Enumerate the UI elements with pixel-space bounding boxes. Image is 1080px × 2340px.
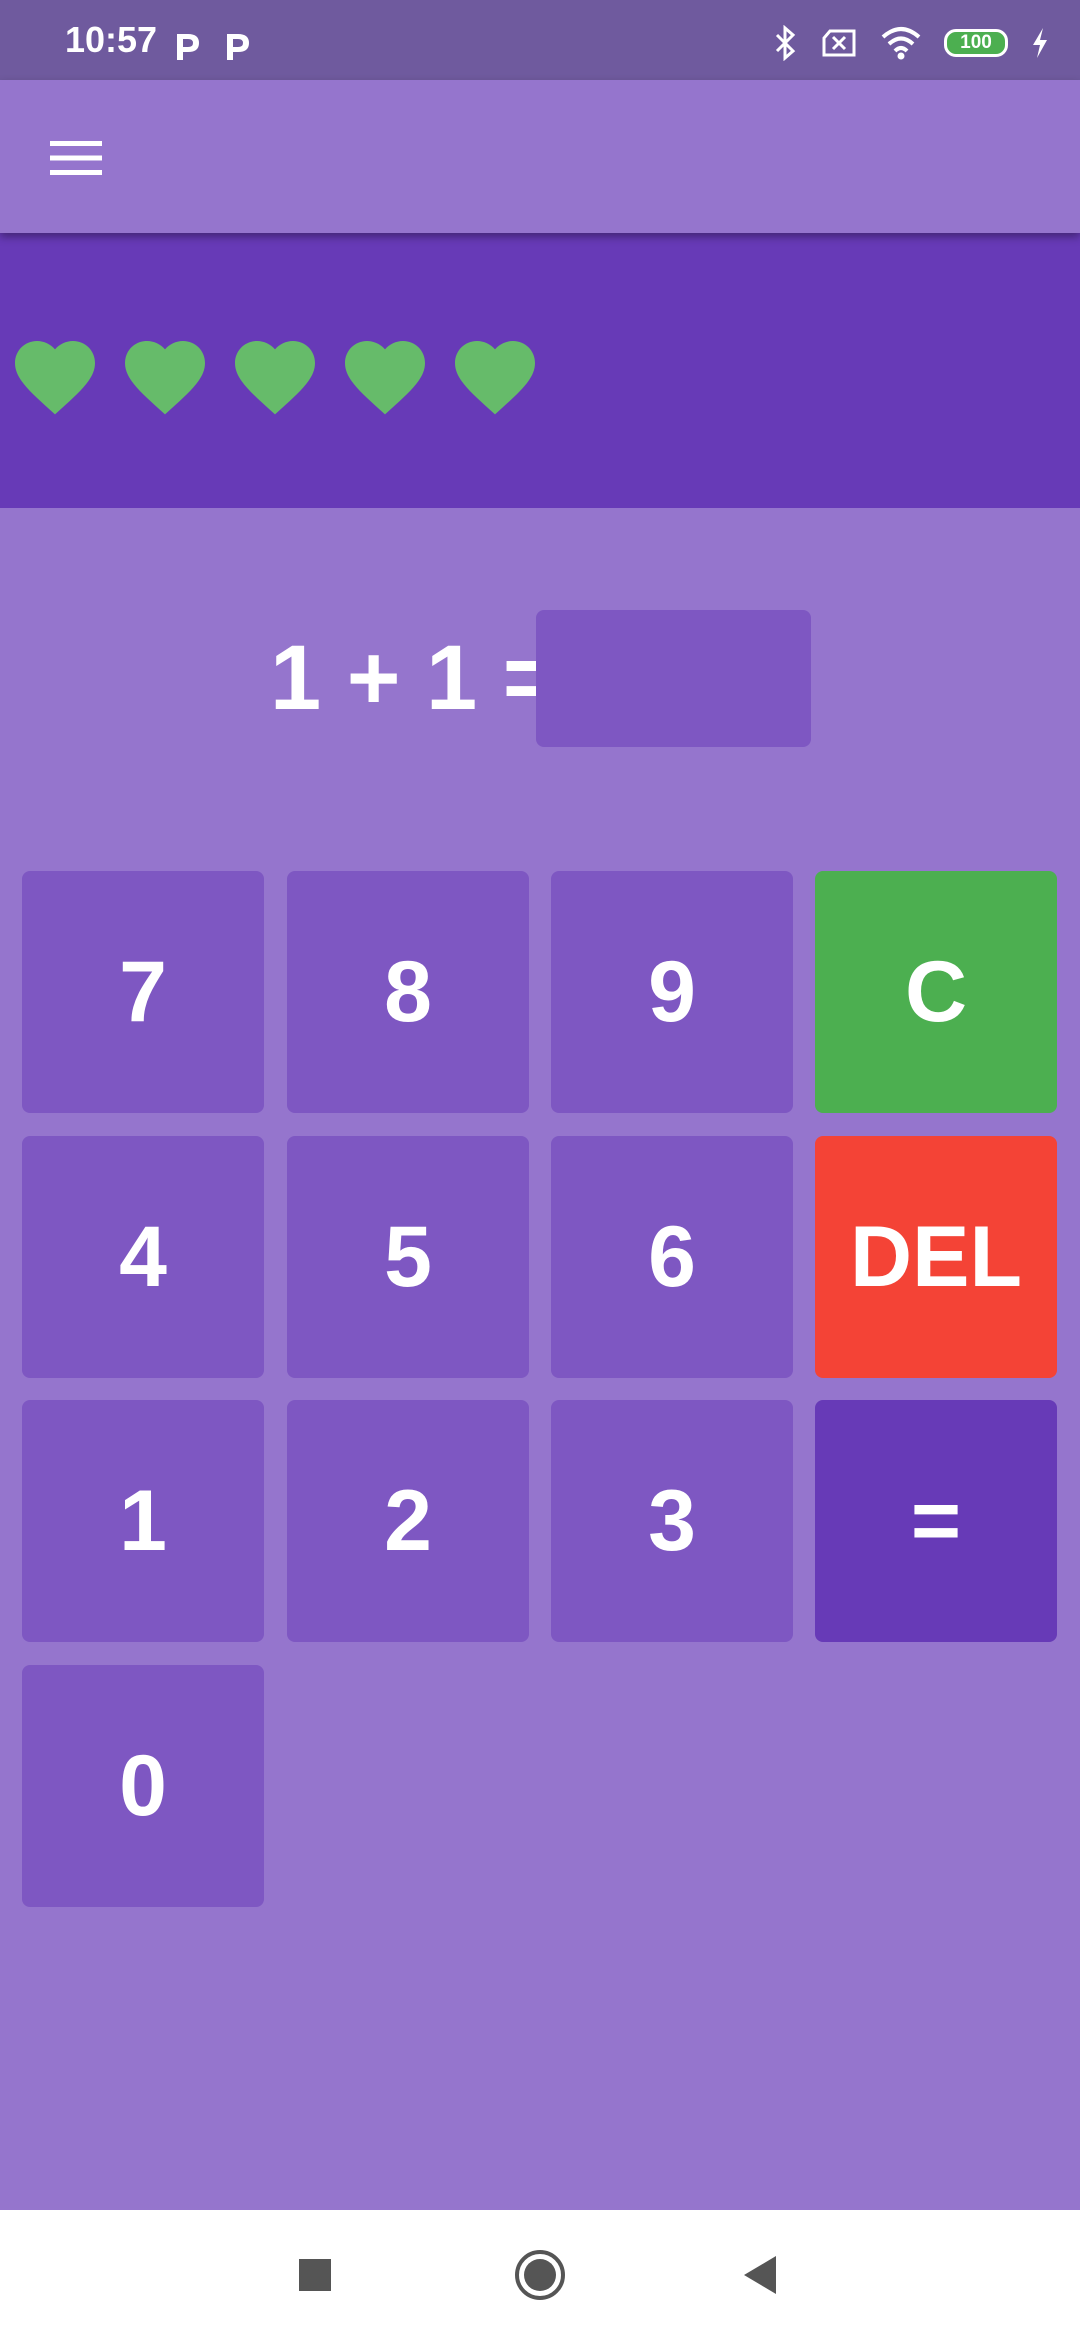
status-icons: 100	[774, 25, 1050, 61]
heart-icon	[15, 341, 95, 415]
key-8[interactable]: 8	[287, 871, 529, 1113]
key-6[interactable]: 6	[551, 1136, 793, 1378]
key-0[interactable]: 0	[22, 1665, 264, 1907]
parking-notification-icon	[177, 34, 199, 60]
equals-button[interactable]: =	[815, 1400, 1057, 1642]
charging-icon	[1033, 28, 1047, 58]
heart-icon	[235, 341, 315, 415]
lives-panel	[0, 233, 1080, 508]
battery-icon: 100	[944, 29, 1008, 57]
key-2[interactable]: 2	[287, 1400, 529, 1642]
clear-button[interactable]: C	[815, 871, 1057, 1113]
key-1[interactable]: 1	[22, 1400, 264, 1642]
key-5[interactable]: 5	[287, 1136, 529, 1378]
equation-text: 1 + 1 =	[270, 627, 557, 729]
status-time: 10:57	[65, 19, 158, 60]
app-bar	[0, 80, 1080, 233]
menu-button[interactable]	[40, 126, 112, 190]
home-button[interactable]	[510, 2245, 570, 2305]
heart-icon	[125, 341, 205, 415]
system-nav-bar	[0, 2210, 1080, 2340]
bluetooth-icon	[775, 25, 796, 61]
key-7[interactable]: 7	[22, 871, 264, 1113]
recents-square-icon	[299, 2259, 331, 2291]
key-4[interactable]: 4	[22, 1136, 264, 1378]
hamburger-menu-icon	[50, 141, 102, 175]
wifi-icon	[881, 27, 921, 60]
no-sim-icon	[822, 29, 856, 57]
key-3[interactable]: 3	[551, 1400, 793, 1642]
status-bar: 10:57 100	[0, 0, 1080, 80]
back-triangle-icon	[744, 2256, 776, 2294]
parking-notification-icon-2	[227, 34, 249, 60]
heart-icon	[345, 341, 425, 415]
key-9[interactable]: 9	[551, 871, 793, 1113]
recents-button[interactable]	[285, 2245, 345, 2305]
home-circle-icon	[515, 2250, 565, 2300]
equation-row: 1 + 1 =	[0, 610, 1080, 750]
delete-button[interactable]: DEL	[815, 1136, 1057, 1378]
answer-input[interactable]	[536, 610, 811, 747]
heart-icon	[455, 341, 535, 415]
back-button[interactable]	[730, 2245, 790, 2305]
